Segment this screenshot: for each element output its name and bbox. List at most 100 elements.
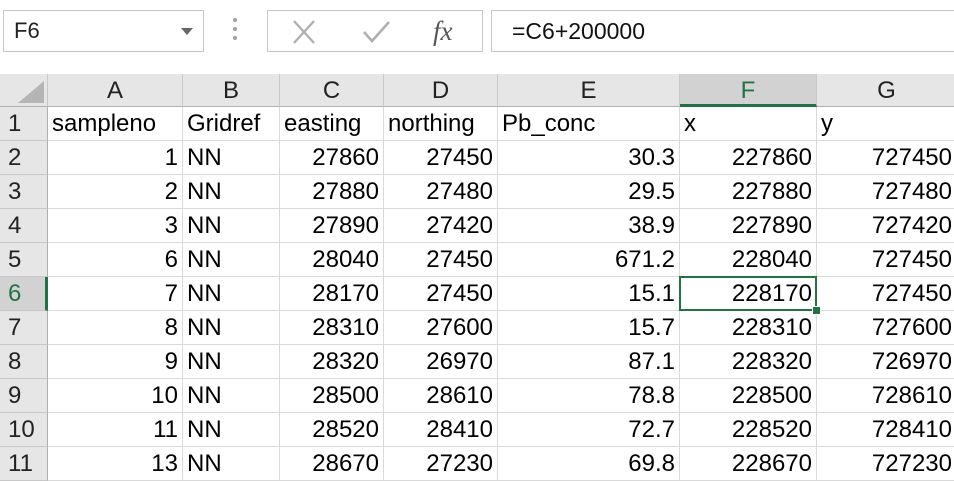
name-box[interactable]: F6 bbox=[3, 10, 204, 52]
cell-f10[interactable]: 228520 bbox=[680, 413, 817, 447]
insert-function-button[interactable]: fx bbox=[433, 16, 453, 47]
cell-d11[interactable]: 27230 bbox=[384, 447, 498, 481]
cell-c11[interactable]: 28670 bbox=[280, 447, 384, 481]
cell-a4[interactable]: 3 bbox=[48, 209, 183, 243]
cell-c5[interactable]: 28040 bbox=[280, 243, 384, 277]
cell-b3[interactable]: NN bbox=[183, 175, 280, 209]
cell-e3[interactable]: 29.5 bbox=[498, 175, 680, 209]
row-header-8[interactable]: 8 bbox=[0, 345, 48, 379]
cell-e2[interactable]: 30.3 bbox=[498, 141, 680, 175]
cell-b6[interactable]: NN bbox=[183, 277, 280, 311]
cell-d10[interactable]: 28410 bbox=[384, 413, 498, 447]
cell-f9[interactable]: 228500 bbox=[680, 379, 817, 413]
cell-d4[interactable]: 27420 bbox=[384, 209, 498, 243]
cell-f2[interactable]: 227860 bbox=[680, 141, 817, 175]
cell-b2[interactable]: NN bbox=[183, 141, 280, 175]
row-header-10[interactable]: 10 bbox=[0, 413, 48, 447]
cell-e9[interactable]: 78.8 bbox=[498, 379, 680, 413]
cell-e11[interactable]: 69.8 bbox=[498, 447, 680, 481]
cell-c8[interactable]: 28320 bbox=[280, 345, 384, 379]
cell-a8[interactable]: 9 bbox=[48, 345, 183, 379]
select-all-button[interactable] bbox=[0, 74, 48, 107]
cell-b1[interactable]: Gridref bbox=[183, 107, 280, 141]
cell-b5[interactable]: NN bbox=[183, 243, 280, 277]
cell-f8[interactable]: 228320 bbox=[680, 345, 817, 379]
cell-d6[interactable]: 27450 bbox=[384, 277, 498, 311]
row-header-4[interactable]: 4 bbox=[0, 209, 48, 243]
cell-g9[interactable]: 728610 bbox=[817, 379, 954, 413]
cell-a9[interactable]: 10 bbox=[48, 379, 183, 413]
cell-c7[interactable]: 28310 bbox=[280, 311, 384, 345]
formula-input[interactable]: =C6+200000 bbox=[491, 10, 954, 52]
cell-e8[interactable]: 87.1 bbox=[498, 345, 680, 379]
cell-b4[interactable]: NN bbox=[183, 209, 280, 243]
cell-a1[interactable]: sampleno bbox=[48, 107, 183, 141]
cell-g10[interactable]: 728410 bbox=[817, 413, 954, 447]
cell-d9[interactable]: 28610 bbox=[384, 379, 498, 413]
cell-c2[interactable]: 27860 bbox=[280, 141, 384, 175]
column-header-c[interactable]: C bbox=[280, 74, 384, 107]
cell-d8[interactable]: 26970 bbox=[384, 345, 498, 379]
close-icon[interactable] bbox=[288, 17, 320, 47]
cell-a2[interactable]: 1 bbox=[48, 141, 183, 175]
cell-c6[interactable]: 28170 bbox=[280, 277, 384, 311]
cell-e10[interactable]: 72.7 bbox=[498, 413, 680, 447]
cell-g2[interactable]: 727450 bbox=[817, 141, 954, 175]
column-header-g[interactable]: G bbox=[817, 74, 954, 107]
row-header-11[interactable]: 11 bbox=[0, 447, 48, 481]
cell-c3[interactable]: 27880 bbox=[280, 175, 384, 209]
cell-g4[interactable]: 727420 bbox=[817, 209, 954, 243]
cell-d1[interactable]: northing bbox=[384, 107, 498, 141]
cell-e5[interactable]: 671.2 bbox=[498, 243, 680, 277]
cell-e7[interactable]: 15.7 bbox=[498, 311, 680, 345]
cell-b9[interactable]: NN bbox=[183, 379, 280, 413]
row-header-3[interactable]: 3 bbox=[0, 175, 48, 209]
cell-g11[interactable]: 727230 bbox=[817, 447, 954, 481]
cell-f7[interactable]: 228310 bbox=[680, 311, 817, 345]
chevron-down-icon[interactable] bbox=[181, 28, 193, 35]
cell-f3[interactable]: 227880 bbox=[680, 175, 817, 209]
cell-d5[interactable]: 27450 bbox=[384, 243, 498, 277]
cell-f11[interactable]: 228670 bbox=[680, 447, 817, 481]
cell-b7[interactable]: NN bbox=[183, 311, 280, 345]
cell-d7[interactable]: 27600 bbox=[384, 311, 498, 345]
cell-b8[interactable]: NN bbox=[183, 345, 280, 379]
cell-d2[interactable]: 27450 bbox=[384, 141, 498, 175]
cell-d3[interactable]: 27480 bbox=[384, 175, 498, 209]
cell-c10[interactable]: 28520 bbox=[280, 413, 384, 447]
cell-e6[interactable]: 15.1 bbox=[498, 277, 680, 311]
cell-a7[interactable]: 8 bbox=[48, 311, 183, 345]
column-header-a[interactable]: A bbox=[48, 74, 183, 107]
cell-a11[interactable]: 13 bbox=[48, 447, 183, 481]
cell-f5[interactable]: 228040 bbox=[680, 243, 817, 277]
row-header-7[interactable]: 7 bbox=[0, 311, 48, 345]
row-header-6[interactable]: 6 bbox=[0, 277, 48, 311]
cell-a10[interactable]: 11 bbox=[48, 413, 183, 447]
row-header-2[interactable]: 2 bbox=[0, 141, 48, 175]
check-icon[interactable] bbox=[360, 17, 392, 47]
cell-a3[interactable]: 2 bbox=[48, 175, 183, 209]
row-header-9[interactable]: 9 bbox=[0, 379, 48, 413]
cell-f1[interactable]: x bbox=[680, 107, 817, 141]
cell-g8[interactable]: 726970 bbox=[817, 345, 954, 379]
cell-b11[interactable]: NN bbox=[183, 447, 280, 481]
column-header-f[interactable]: F bbox=[680, 74, 817, 107]
cell-e1[interactable]: Pb_conc bbox=[498, 107, 680, 141]
column-header-e[interactable]: E bbox=[498, 74, 680, 107]
cell-f4[interactable]: 227890 bbox=[680, 209, 817, 243]
cell-g7[interactable]: 727600 bbox=[817, 311, 954, 345]
cell-e4[interactable]: 38.9 bbox=[498, 209, 680, 243]
cell-g3[interactable]: 727480 bbox=[817, 175, 954, 209]
cell-f6[interactable]: 228170 bbox=[680, 277, 817, 311]
cell-g1[interactable]: y bbox=[817, 107, 954, 141]
cell-c9[interactable]: 28500 bbox=[280, 379, 384, 413]
row-header-1[interactable]: 1 bbox=[0, 107, 48, 141]
cell-a5[interactable]: 6 bbox=[48, 243, 183, 277]
cell-g5[interactable]: 727450 bbox=[817, 243, 954, 277]
row-header-5[interactable]: 5 bbox=[0, 243, 48, 277]
fill-handle[interactable] bbox=[812, 306, 821, 315]
column-header-b[interactable]: B bbox=[183, 74, 280, 107]
drag-handle-icon[interactable] bbox=[232, 18, 238, 44]
cell-a6[interactable]: 7 bbox=[48, 277, 183, 311]
cell-b10[interactable]: NN bbox=[183, 413, 280, 447]
